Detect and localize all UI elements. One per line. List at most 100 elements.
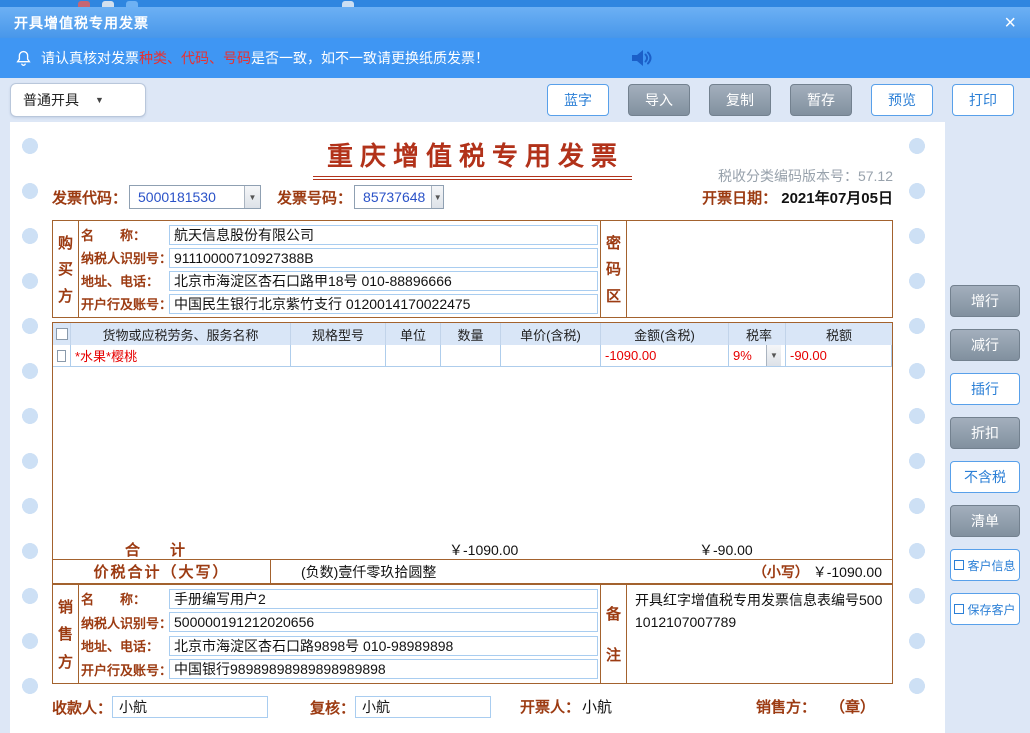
invoice-date-value: 2021年07月05日 [781,190,893,207]
print-button[interactable]: 打印 [952,84,1014,116]
seller-address-row: 地址、电话： 北京市海淀区杏石口路9898号 010-98989898 [81,635,598,657]
invoice-code-value: 5000181530 [138,189,216,205]
seller-box: 销 售 方 名 称： 手册编写用户2 纳税人识别号： 5000001912120… [52,584,893,684]
tax-code-version: 税收分类编码版本号：57.12 [718,166,893,186]
seller-address-input[interactable]: 北京市海淀区杏石口路9898号 010-98989898 [169,636,598,656]
invoice-code-select[interactable]: 5000181530 ▼ [129,185,261,209]
summary-small: （小写） ￥-1090.00 [753,562,892,582]
invoice-code-label: 发票代码： [52,187,127,208]
buyer-name-input[interactable]: 航天信息股份有限公司 [169,225,598,245]
invoice-number-value: 85737648 [363,189,425,205]
pwd-char: 码 [606,258,621,279]
toolbar: 普通开具 ▼ 蓝字 导入 复制 暂存 预览 打印 [0,78,1030,122]
checkbox-icon [954,604,964,614]
item-name-cell[interactable]: *水果*樱桃 [71,345,291,367]
buyer-name-row: 名 称： 航天信息股份有限公司 [81,224,598,246]
import-button[interactable]: 导入 [628,84,690,116]
item-amount-cell[interactable]: -1090.00 [601,345,729,367]
invoice-mode-select[interactable]: 普通开具 ▼ [10,83,146,117]
top-edge-strip [0,0,1030,7]
col-header-tax: 税额 [786,323,892,345]
remark-label: 备 注 [601,585,627,683]
invoice-date-label: 开票日期： [702,191,777,207]
col-header-price: 单价(含税) [501,323,601,345]
select-all-checkbox[interactable] [56,328,68,340]
col-header-rate: 税率 [729,323,786,345]
insert-row-button[interactable]: 插行 [950,373,1020,405]
buyer-fields: 名 称： 航天信息股份有限公司 纳税人识别号： 9111000071092738… [79,221,601,317]
add-row-button[interactable]: 增行 [950,285,1020,317]
col-header-spec: 规格型号 [291,323,386,345]
summary-row: 价税合计（大写） (负数)壹仟零玖拾圆整 （小写） ￥-1090.00 [52,560,893,584]
customer-info-label: 客户信息 [967,557,1015,574]
buyer-taxid-input[interactable]: 91110000710927388B [169,248,598,268]
customer-info-button[interactable]: 客户信息 [950,549,1020,581]
seller-name-label: 名 称： [81,589,169,608]
total-amount: ￥-1090.00 [449,540,518,560]
discount-button[interactable]: 折扣 [950,417,1020,449]
checkbox-icon [954,560,964,570]
summary-amount-words: (负数)壹仟零玖拾圆整 [301,562,436,582]
buyer-char: 买 [58,258,73,279]
buyer-bank-label: 开户行及账号： [81,294,169,313]
buyer-address-input[interactable]: 北京市海淀区杏石口路甲18号 010-88896666 [169,271,598,291]
drawer-group: 开票人： 小航 [520,696,612,717]
item-unit-cell[interactable] [386,345,441,367]
items-table: 货物或应税劳务、服务名称 规格型号 单位 数量 单价(含税) 金额(含税) 税率… [52,322,893,560]
item-tax-cell[interactable]: -90.00 [786,345,892,367]
item-taxrate-select[interactable]: 9% ▼ [729,345,786,367]
item-taxrate-value: 9% [733,348,752,363]
buyer-address-row: 地址、电话： 北京市海淀区杏石口路甲18号 010-88896666 [81,270,598,292]
seller-stamp-group: 销售方： （章） [756,696,875,717]
chevron-down-icon: ▼ [766,345,781,366]
chevron-down-icon: ▼ [244,186,260,208]
buyer-taxid-row: 纳税人识别号： 91110000710927388B [81,247,598,269]
toolbar-buttons: 蓝字 导入 复制 暂存 预览 打印 [547,84,1014,116]
drawer-label: 开票人： [520,696,580,717]
item-price-cell[interactable] [501,345,601,367]
bell-icon [14,49,33,68]
list-button[interactable]: 清单 [950,505,1020,537]
seller-bank-row: 开户行及账号： 中国银行98989898989898989898 [81,658,598,680]
reviewer-input[interactable]: 小航 [355,696,491,718]
decorative-dots-right [909,134,925,715]
items-header-row: 货物或应税劳务、服务名称 规格型号 单位 数量 单价(含税) 金额(含税) 税率… [53,323,892,345]
tax-exclusive-button[interactable]: 不含税 [950,461,1020,493]
item-spec-cell[interactable] [291,345,386,367]
buyer-box: 购 买 方 名 称： 航天信息股份有限公司 纳税人识别号： 9111000071… [52,220,893,318]
seller-char: 方 [58,651,73,672]
save-customer-label: 保存客户 [967,601,1015,618]
chevron-down-icon: ▼ [431,186,443,208]
invoice-number-select[interactable]: 85737648 ▼ [354,185,444,209]
buyer-char: 方 [58,285,73,306]
copy-button[interactable]: 复制 [709,84,771,116]
save-draft-button[interactable]: 暂存 [790,84,852,116]
remove-row-button[interactable]: 减行 [950,329,1020,361]
summary-small-value: ￥-1090.00 [813,564,882,580]
select-all-cell [53,323,71,345]
save-customer-button[interactable]: 保存客户 [950,593,1020,625]
preview-button[interactable]: 预览 [871,84,933,116]
remark-text: 开具红字增值税专用发票信息表编号5001012107007789 [627,585,892,683]
reviewer-label: 复核： [310,697,355,718]
pwd-char: 区 [606,285,621,306]
buyer-bank-input[interactable]: 中国民生银行北京紫竹支行 0120014170022475 [169,294,598,314]
total-row: 合 计 ￥-1090.00 ￥-90.00 [53,537,892,559]
seller-name-input[interactable]: 手册编写用户2 [169,589,598,609]
notice-bar: 请认真核对发票种类、代码、号码是否一致，如不一致请更换纸质发票！ [0,38,1030,78]
row-checkbox[interactable] [57,350,66,362]
summary-small-label: （小写） [753,566,809,581]
seller-bank-input[interactable]: 中国银行98989898989898989898 [169,659,598,679]
seller-taxid-input[interactable]: 500000191212020656 [169,612,598,632]
password-area-label: 密 码 区 [601,221,627,317]
buyer-side-label: 购 买 方 [53,221,79,317]
seller-fields: 名 称： 手册编写用户2 纳税人识别号： 500000191212020656 … [79,585,601,683]
seller-address-label: 地址、电话： [81,636,169,655]
payee-input[interactable]: 小航 [112,696,268,718]
password-area [627,221,892,317]
blue-invoice-button[interactable]: 蓝字 [547,84,609,116]
close-icon[interactable]: × [1004,13,1016,33]
invoice-footer: 收款人： 小航 复核： 小航 开票人： 小航 销售方： （章） [52,696,893,722]
buyer-name-label: 名 称： [81,225,169,244]
item-qty-cell[interactable] [441,345,501,367]
